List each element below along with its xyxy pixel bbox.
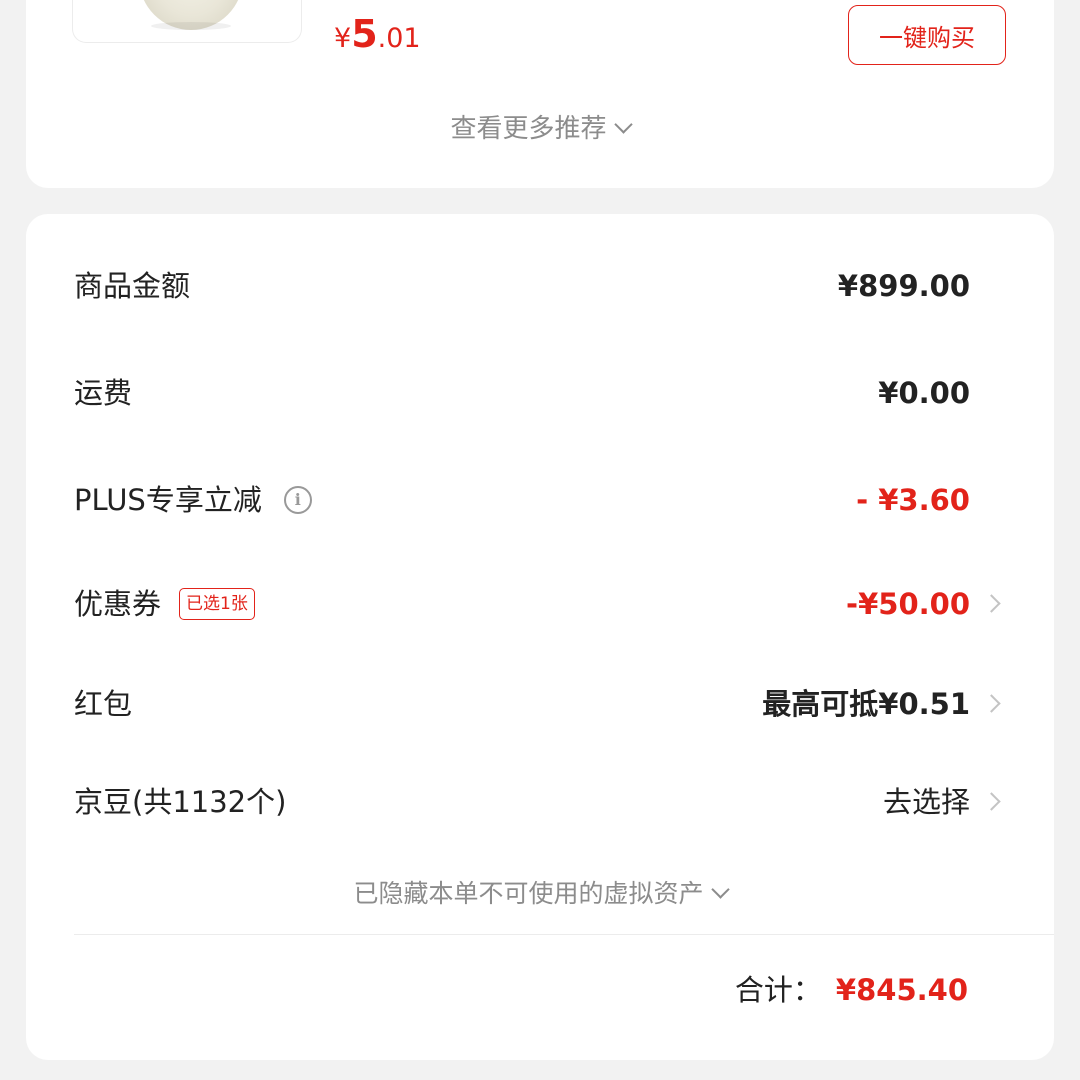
goods-amount-label: 商品金额	[74, 269, 191, 303]
shipping-row: 运费 ¥0.00	[26, 363, 1054, 423]
jd-beans-value: 去选择	[882, 785, 970, 819]
info-icon[interactable]: i	[283, 486, 312, 514]
more-recommendations-toggle[interactable]: 查看更多推荐	[26, 108, 1054, 145]
chevron-down-icon	[613, 115, 633, 134]
divider	[74, 934, 1054, 935]
price-symbol: ¥	[334, 23, 352, 54]
total-label: 合计：	[734, 973, 822, 1007]
chevron-down-icon	[710, 880, 730, 899]
price-integer: 5	[351, 12, 378, 56]
shipping-label: 运费	[74, 376, 133, 410]
coupon-row[interactable]: 优惠券 已选1张 -¥50.00	[26, 574, 1054, 634]
one-click-buy-button[interactable]: 一键购买	[848, 5, 1006, 65]
coupon-selected-badge: 已选1张	[179, 588, 255, 620]
jd-beans-row[interactable]: 京豆(共1132个) 去选择	[26, 772, 1054, 832]
red-packet-row[interactable]: 红包 最高可抵¥0.51	[26, 674, 1054, 734]
coupon-value: -¥50.00	[846, 587, 970, 621]
shipping-value: ¥0.00	[878, 376, 970, 410]
red-packet-label: 红包	[74, 687, 133, 721]
price-decimal: .01	[377, 23, 421, 54]
more-recommendations-label: 查看更多推荐	[450, 114, 607, 144]
order-summary-card: 商品金额 ¥899.00 运费 ¥0.00 PLUS专享立减 i - ¥3.60…	[26, 214, 1054, 1060]
chevron-right-icon	[982, 594, 1001, 613]
chevron-right-icon	[982, 792, 1001, 811]
product-shadow	[151, 22, 231, 30]
goods-amount-row: 商品金额 ¥899.00	[26, 256, 1054, 316]
plus-discount-label: PLUS专享立减	[74, 483, 262, 517]
hidden-assets-toggle[interactable]: 已隐藏本单不可使用的虚拟资产	[26, 874, 1054, 910]
hidden-assets-label: 已隐藏本单不可使用的虚拟资产	[353, 879, 704, 908]
total-value: ¥845.40	[835, 973, 968, 1007]
product-price: ¥5.01	[334, 12, 421, 56]
product-thumbnail[interactable]	[72, 0, 302, 43]
chevron-right-icon	[982, 694, 1001, 713]
plus-discount-value: - ¥3.60	[856, 483, 970, 517]
red-packet-value: 最高可抵¥0.51	[762, 687, 970, 721]
goods-amount-value: ¥899.00	[837, 269, 970, 303]
order-total: 合计： ¥845.40	[735, 960, 968, 1025]
plus-discount-row: PLUS专享立减 i - ¥3.60	[26, 470, 1054, 530]
jd-beans-label: 京豆(共1132个)	[74, 785, 287, 819]
coupon-label: 优惠券	[74, 587, 162, 621]
recommendation-card: ¥5.01 一键购买 查看更多推荐	[26, 0, 1054, 188]
